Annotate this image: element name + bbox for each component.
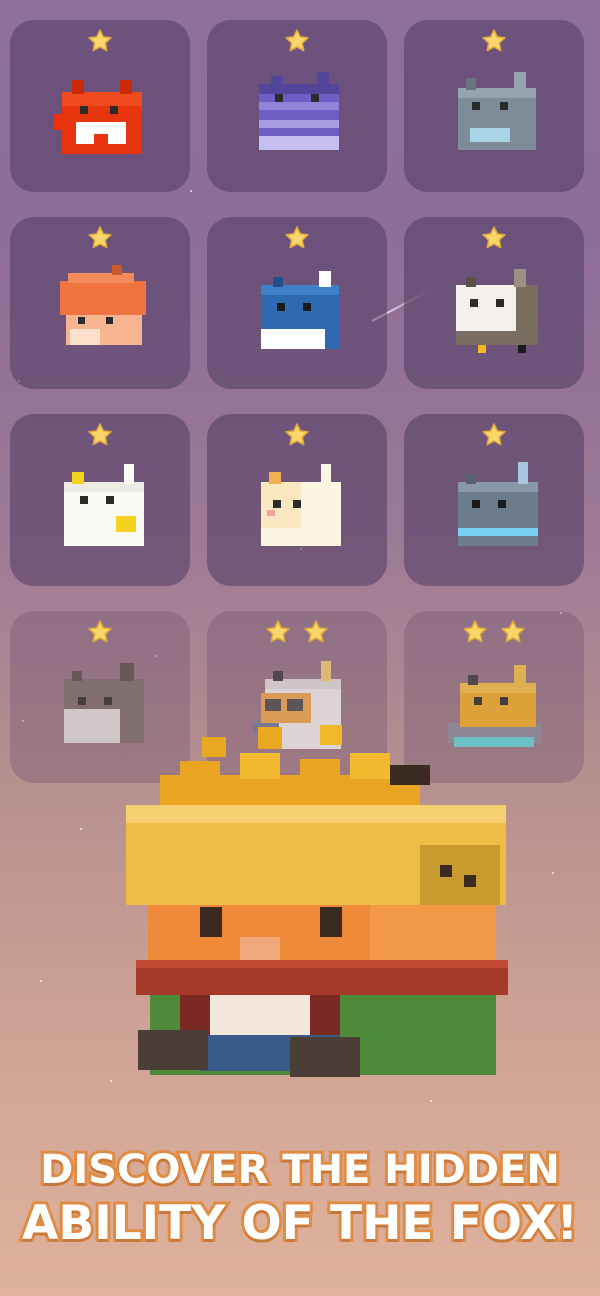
star-rating xyxy=(207,619,387,647)
sparkle xyxy=(430,1100,432,1102)
star-icon xyxy=(284,422,310,448)
star-icon xyxy=(284,225,310,251)
slogan-line-1: DISCOVER THE HIDDEN xyxy=(37,1144,563,1196)
star-rating xyxy=(404,28,584,56)
star-rating xyxy=(10,619,190,647)
star-icon xyxy=(284,28,310,54)
star-rating xyxy=(404,225,584,253)
cream-fox-icon xyxy=(261,464,341,546)
character-card-orange-mushroom-fox[interactable] xyxy=(10,217,190,389)
sparkle xyxy=(40,980,42,982)
star-icon xyxy=(500,619,526,645)
character-card-white-yellow-fox[interactable] xyxy=(10,414,190,586)
sparkle xyxy=(110,1080,112,1082)
sparkle xyxy=(552,872,554,874)
character-card-red-fox[interactable] xyxy=(10,20,190,192)
star-icon xyxy=(265,619,291,645)
star-rating xyxy=(404,619,584,647)
star-icon xyxy=(462,619,488,645)
character-card-cream-fox[interactable] xyxy=(207,414,387,586)
star-icon xyxy=(87,619,113,645)
sparkle xyxy=(80,828,82,830)
star-rating xyxy=(207,28,387,56)
blue-fox-icon xyxy=(261,271,339,349)
star-icon xyxy=(303,619,329,645)
star-rating xyxy=(404,422,584,450)
character-card-purple-fox[interactable] xyxy=(207,20,387,192)
slogan-line-2: ABILITY OF THE FOX! xyxy=(19,1193,581,1254)
star-rating xyxy=(207,225,387,253)
red-fox-icon xyxy=(54,80,142,154)
star-rating xyxy=(10,28,190,56)
star-rating xyxy=(10,225,190,253)
blue-gray-cat-icon xyxy=(458,462,538,546)
character-card-gray-cat[interactable] xyxy=(404,20,584,192)
orange-mushroom-fox-icon xyxy=(60,265,146,345)
star-icon xyxy=(481,422,507,448)
star-icon xyxy=(87,422,113,448)
crown-icon xyxy=(126,725,506,905)
star-rating xyxy=(207,422,387,450)
star-rating xyxy=(10,422,190,450)
star-icon xyxy=(87,28,113,54)
gray-cat-icon xyxy=(458,72,536,150)
character-collection-grid xyxy=(10,20,590,790)
star-icon xyxy=(481,225,507,251)
star-icon xyxy=(87,225,113,251)
white-fluffy-fox-icon xyxy=(456,269,538,353)
king-fox-character xyxy=(126,725,508,1077)
purple-fox-icon xyxy=(259,72,339,150)
character-card-white-fluffy-fox[interactable] xyxy=(404,217,584,389)
star-icon xyxy=(481,28,507,54)
character-card-blue-gray-cat[interactable] xyxy=(404,414,584,586)
character-card-blue-fox[interactable] xyxy=(207,217,387,389)
white-yellow-fox-icon xyxy=(64,464,144,546)
